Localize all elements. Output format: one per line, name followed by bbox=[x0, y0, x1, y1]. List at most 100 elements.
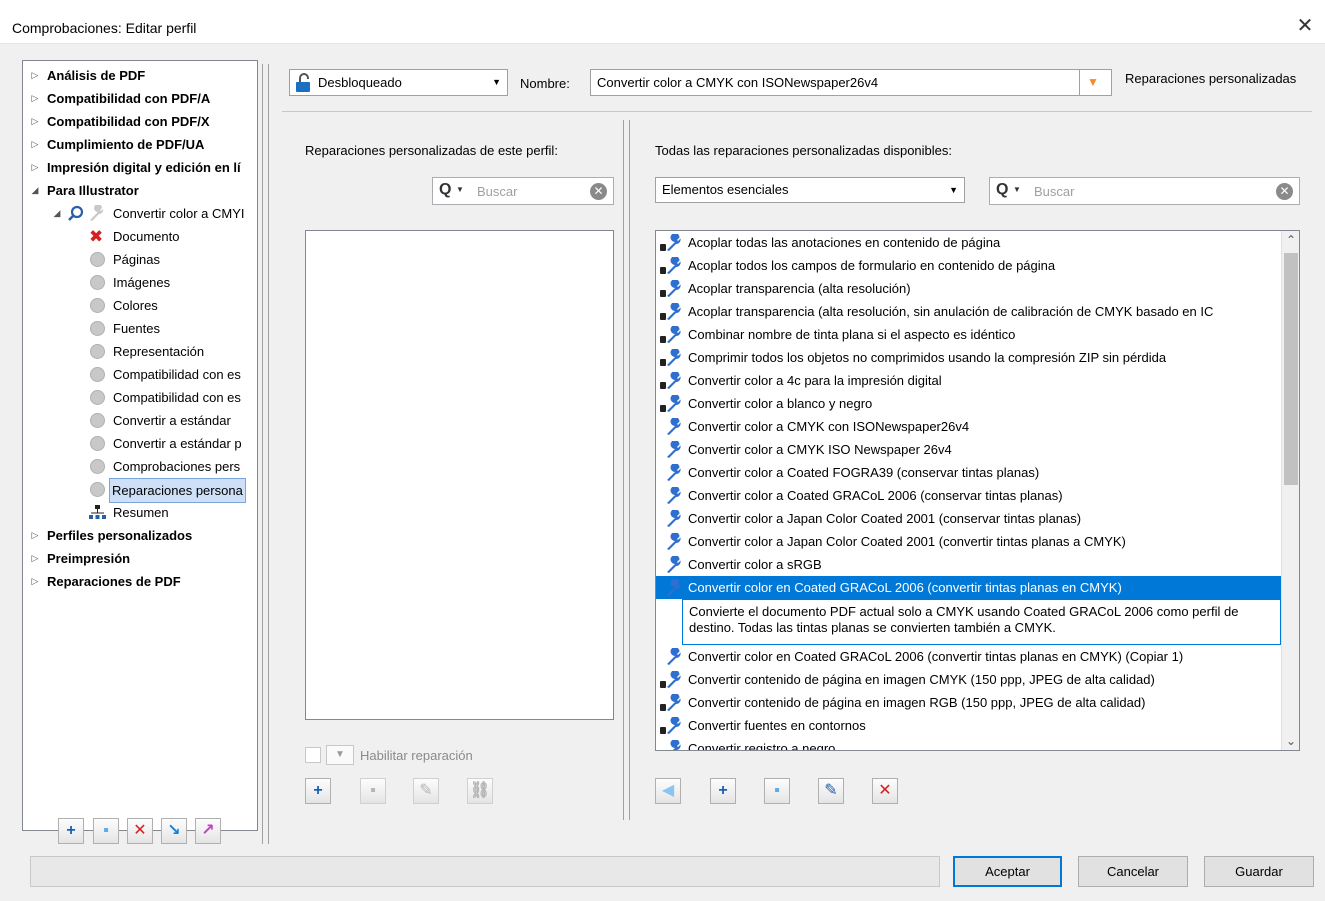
link-fixup-button: ⛓ bbox=[467, 778, 493, 804]
tree-item-convertir-estandar[interactable]: Convertir a estándar bbox=[23, 409, 257, 432]
fixup-list-item[interactable]: Convertir color a Coated GRACoL 2006 (co… bbox=[656, 484, 1281, 507]
fixup-label: Convertir color en Coated GRACoL 2006 (c… bbox=[688, 580, 1122, 595]
expand-arrow-icon[interactable]: ▷ bbox=[29, 133, 41, 156]
expand-arrow-icon[interactable]: ▷ bbox=[29, 156, 41, 179]
all-fixups-search[interactable]: Q ▼ Buscar ✕ bbox=[989, 177, 1300, 205]
fixup-list-item[interactable]: Convertir color a Japan Color Coated 200… bbox=[656, 530, 1281, 553]
tree-item-reparaciones-persona[interactable]: Reparaciones persona bbox=[23, 478, 257, 503]
tree-item-comprobaciones-pers[interactable]: Comprobaciones pers bbox=[23, 455, 257, 478]
scroll-up-icon[interactable]: ⌃ bbox=[1282, 233, 1299, 247]
tree-item-pdfa[interactable]: ▷ Compatibilidad con PDF/A bbox=[23, 87, 257, 110]
fixup-list-item[interactable]: Convertir color a Coated FOGRA39 (conser… bbox=[656, 461, 1281, 484]
duplicate-fixup-button[interactable]: ▪ bbox=[764, 778, 790, 804]
list-scrollbar[interactable]: ⌃ ⌄ bbox=[1281, 231, 1299, 750]
save-button[interactable]: Guardar bbox=[1204, 856, 1314, 887]
profile-fixups-list[interactable] bbox=[305, 230, 614, 720]
splitter[interactable] bbox=[623, 120, 624, 820]
new-fixup-button[interactable]: + bbox=[710, 778, 736, 804]
tree-item-profile[interactable]: ◢ Convertir color a CMYI bbox=[23, 202, 257, 225]
tree-item-pdfx[interactable]: ▷ Compatibilidad con PDF/X bbox=[23, 110, 257, 133]
wrench-icon bbox=[667, 556, 681, 573]
splitter[interactable] bbox=[262, 64, 263, 844]
scrollbar-thumb[interactable] bbox=[1284, 253, 1298, 485]
collapse-arrow-icon[interactable]: ◢ bbox=[51, 202, 63, 225]
export-profile-button[interactable]: ↗ bbox=[195, 818, 221, 844]
expand-arrow-icon[interactable]: ▷ bbox=[29, 547, 41, 570]
tree-item-pdfua[interactable]: ▷ Cumplimiento de PDF/UA bbox=[23, 133, 257, 156]
expand-arrow-icon[interactable]: ▷ bbox=[29, 524, 41, 547]
wrench-icon bbox=[670, 740, 681, 750]
edit-fixup-button[interactable]: ✎ bbox=[818, 778, 844, 804]
fixup-list-item[interactable]: Convertir color a sRGB bbox=[656, 553, 1281, 576]
new-profile-button[interactable]: + bbox=[58, 818, 84, 844]
tree-item-impresion-digital[interactable]: ▷ Impresión digital y edición en lí bbox=[23, 156, 257, 179]
tree-item-para-illustrator[interactable]: ◢ Para Illustrator bbox=[23, 179, 257, 202]
collapse-arrow-icon[interactable]: ◢ bbox=[29, 179, 41, 202]
fixup-list-item[interactable]: Convertir contenido de página en imagen … bbox=[656, 691, 1281, 714]
add-fixup-button[interactable]: + bbox=[305, 778, 331, 804]
lock-status-dropdown[interactable]: Desbloqueado ▼ bbox=[289, 69, 508, 96]
wrench-icon bbox=[667, 533, 681, 550]
splitter[interactable] bbox=[629, 120, 630, 820]
tree-item-convertir-estandar-p[interactable]: Convertir a estándar p bbox=[23, 432, 257, 455]
expand-arrow-icon[interactable]: ▷ bbox=[29, 87, 41, 110]
status-circle-icon bbox=[90, 321, 105, 336]
tree-item-analisis[interactable]: ▷ Análisis de PDF bbox=[23, 64, 257, 87]
tree-item-fuentes[interactable]: Fuentes bbox=[23, 317, 257, 340]
profile-fixups-search[interactable]: Q ▼ Buscar ✕ bbox=[432, 177, 614, 205]
chevron-down-icon[interactable]: ▼ bbox=[326, 745, 354, 765]
clear-search-icon[interactable]: ✕ bbox=[1276, 183, 1293, 200]
duplicate-profile-button[interactable]: ▪ bbox=[93, 818, 119, 844]
fixup-list-item[interactable]: Convertir contenido de página en imagen … bbox=[656, 668, 1281, 691]
fixup-list-item[interactable]: Convertir color en Coated GRACoL 2006 (c… bbox=[656, 576, 1281, 599]
fixup-list-item[interactable]: Acoplar todos los campos de formulario e… bbox=[656, 254, 1281, 277]
splitter[interactable] bbox=[268, 64, 269, 844]
delete-fixup-button[interactable]: ✕ bbox=[872, 778, 898, 804]
tree-item-resumen[interactable]: Resumen bbox=[23, 501, 257, 524]
tree-item-documento[interactable]: ✖ Documento bbox=[23, 225, 257, 248]
import-profile-button[interactable]: ↘ bbox=[161, 818, 187, 844]
expand-arrow-icon[interactable]: ▷ bbox=[29, 110, 41, 133]
enable-fixup-label: Habilitar reparación bbox=[360, 748, 473, 763]
tree-item-compatibilidad-2[interactable]: Compatibilidad con es bbox=[23, 386, 257, 409]
tree-item-reparaciones-pdf[interactable]: ▷ Reparaciones de PDF bbox=[23, 570, 257, 593]
enable-fixup-checkbox[interactable] bbox=[305, 747, 321, 763]
profile-name-field[interactable]: Convertir color a CMYK con ISONewspaper2… bbox=[590, 69, 1112, 96]
category-dropdown[interactable]: Elementos esenciales ▼ bbox=[655, 177, 965, 203]
fixup-list-item[interactable]: Convertir color en Coated GRACoL 2006 (c… bbox=[656, 645, 1281, 668]
tree-item-paginas[interactable]: Páginas bbox=[23, 248, 257, 271]
tree-item-perfiles-personalizados[interactable]: ▷ Perfiles personalizados bbox=[23, 524, 257, 547]
clear-search-icon[interactable]: ✕ bbox=[590, 183, 607, 200]
all-fixups-list[interactable]: Acoplar todas las anotaciones en conteni… bbox=[655, 230, 1300, 751]
tree-item-preimpresion[interactable]: ▷ Preimpresión bbox=[23, 547, 257, 570]
fixup-list-item[interactable]: Convertir color a CMYK con ISONewspaper2… bbox=[656, 415, 1281, 438]
tree-item-compatibilidad-1[interactable]: Compatibilidad con es bbox=[23, 363, 257, 386]
move-to-profile-button[interactable]: ◀ bbox=[655, 778, 681, 804]
fixup-list-item[interactable]: Acoplar transparencia (alta resolución) bbox=[656, 277, 1281, 300]
fixup-list-item[interactable]: Convertir fuentes en contornos bbox=[656, 714, 1281, 737]
tree-item-representacion[interactable]: Representación bbox=[23, 340, 257, 363]
delete-profile-button[interactable]: ✕ bbox=[127, 818, 153, 844]
fixup-label: Convertir contenido de página en imagen … bbox=[688, 695, 1146, 710]
profile-tree[interactable]: ▷ Análisis de PDF ▷ Compatibilidad con PDF… bbox=[22, 60, 258, 831]
fixup-list-item[interactable]: Convertir registro a negro bbox=[656, 737, 1281, 750]
fixup-list-item[interactable]: Acoplar transparencia (alta resolución, … bbox=[656, 300, 1281, 323]
close-icon[interactable]: ✕ bbox=[1293, 14, 1317, 38]
dropdown-arrow-icon[interactable]: ▼ bbox=[1087, 70, 1099, 95]
fixup-list-item[interactable]: Convertir color a CMYK ISO Newspaper 26v… bbox=[656, 438, 1281, 461]
fixup-list-item[interactable]: Combinar nombre de tinta plana si el asp… bbox=[656, 323, 1281, 346]
fixup-description: Convierte el documento PDF actual solo a… bbox=[682, 599, 1281, 645]
fixup-list-item[interactable]: Acoplar todas las anotaciones en conteni… bbox=[656, 231, 1281, 254]
fixup-label: Convertir color a 4c para la impresión d… bbox=[688, 373, 942, 388]
expand-arrow-icon[interactable]: ▷ bbox=[29, 64, 41, 87]
accept-button[interactable]: Aceptar bbox=[953, 856, 1062, 887]
cancel-button[interactable]: Cancelar bbox=[1078, 856, 1188, 887]
tree-item-colores[interactable]: Colores bbox=[23, 294, 257, 317]
fixup-list-item[interactable]: Comprimir todos los objetos no comprimid… bbox=[656, 346, 1281, 369]
scroll-down-icon[interactable]: ⌄ bbox=[1282, 734, 1299, 748]
fixup-list-item[interactable]: Convertir color a blanco y negro bbox=[656, 392, 1281, 415]
tree-item-imagenes[interactable]: Imágenes bbox=[23, 271, 257, 294]
fixup-list-item[interactable]: Convertir color a Japan Color Coated 200… bbox=[656, 507, 1281, 530]
expand-arrow-icon[interactable]: ▷ bbox=[29, 570, 41, 593]
fixup-list-item[interactable]: Convertir color a 4c para la impresión d… bbox=[656, 369, 1281, 392]
